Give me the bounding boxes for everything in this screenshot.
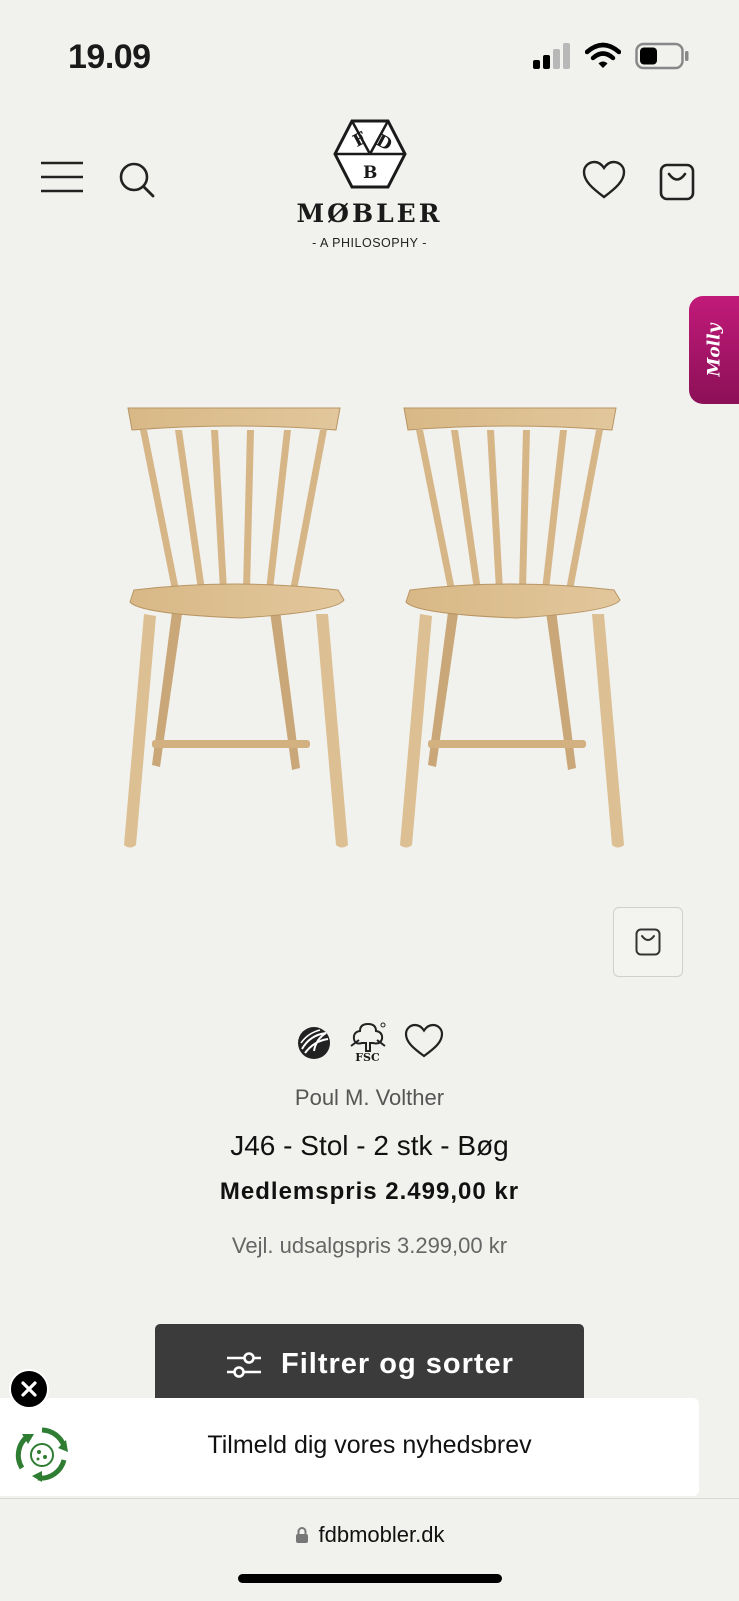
home-indicator[interactable]	[238, 1574, 502, 1583]
cart-button[interactable]	[659, 163, 695, 206]
member-price: Medlemspris 2.499,00 kr	[219, 1178, 520, 1205]
product-image[interactable]	[100, 400, 640, 885]
browser-address-bar	[0, 1498, 739, 1601]
heart-icon	[582, 160, 626, 199]
product-designer: Poul M. Volther	[294, 1085, 445, 1110]
heart-icon	[404, 1023, 443, 1057]
wishlist-button[interactable]	[582, 160, 626, 205]
shopping-bag-icon	[635, 928, 661, 956]
chair-right	[400, 407, 624, 848]
molly-tab-label: Molly	[704, 323, 725, 377]
product-wishlist-button[interactable]	[404, 1023, 444, 1064]
status-icons	[531, 42, 689, 70]
chair-left	[124, 407, 348, 848]
shopping-bag-icon	[659, 163, 695, 201]
brand-name: MØBLER	[296, 199, 443, 228]
site-logo[interactable]: F D B MØBLER - A PHILOSOPHY -	[0, 118, 739, 250]
newsletter-label: Tilmeld dig vores nyhedsbrev	[207, 1431, 532, 1459]
newsletter-banner[interactable]: Tilmeld dig vores nyhedsbrev	[0, 1398, 699, 1496]
newsletter-close-button[interactable]	[9, 1369, 49, 1409]
lock-icon	[295, 1527, 308, 1543]
url-text: fdbmobler.dk	[318, 1522, 445, 1547]
fsc-label: FSC	[355, 1051, 380, 1064]
status-time: 19.09	[68, 38, 151, 76]
product-badges: FSC	[0, 1022, 739, 1064]
fsc-badge: FSC	[348, 1022, 388, 1064]
sliders-icon	[227, 1352, 262, 1378]
fsc-tree-icon	[349, 1022, 386, 1052]
close-icon	[21, 1381, 37, 1397]
logo-letter-b: B	[363, 163, 377, 183]
quick-add-to-cart-button[interactable]	[613, 907, 683, 977]
battery-icon	[635, 42, 689, 70]
address-display[interactable]: fdbmobler.dk	[0, 1522, 739, 1548]
fdb-logo-icon: F D B	[332, 119, 407, 189]
product-name[interactable]: J46 - Stol - 2 stk - Bøg	[0, 1130, 739, 1162]
cellular-signal-icon	[533, 43, 570, 69]
nordic-swan-ecolabel-icon	[297, 1027, 330, 1059]
wifi-icon	[585, 42, 621, 68]
retail-price: Vejl. udsalgspris 3.299,00 kr	[231, 1233, 508, 1258]
chairs-image	[124, 407, 624, 848]
molly-chat-tab[interactable]: Molly	[689, 296, 739, 404]
brand-tagline: - A PHILOSOPHY -	[312, 236, 427, 250]
